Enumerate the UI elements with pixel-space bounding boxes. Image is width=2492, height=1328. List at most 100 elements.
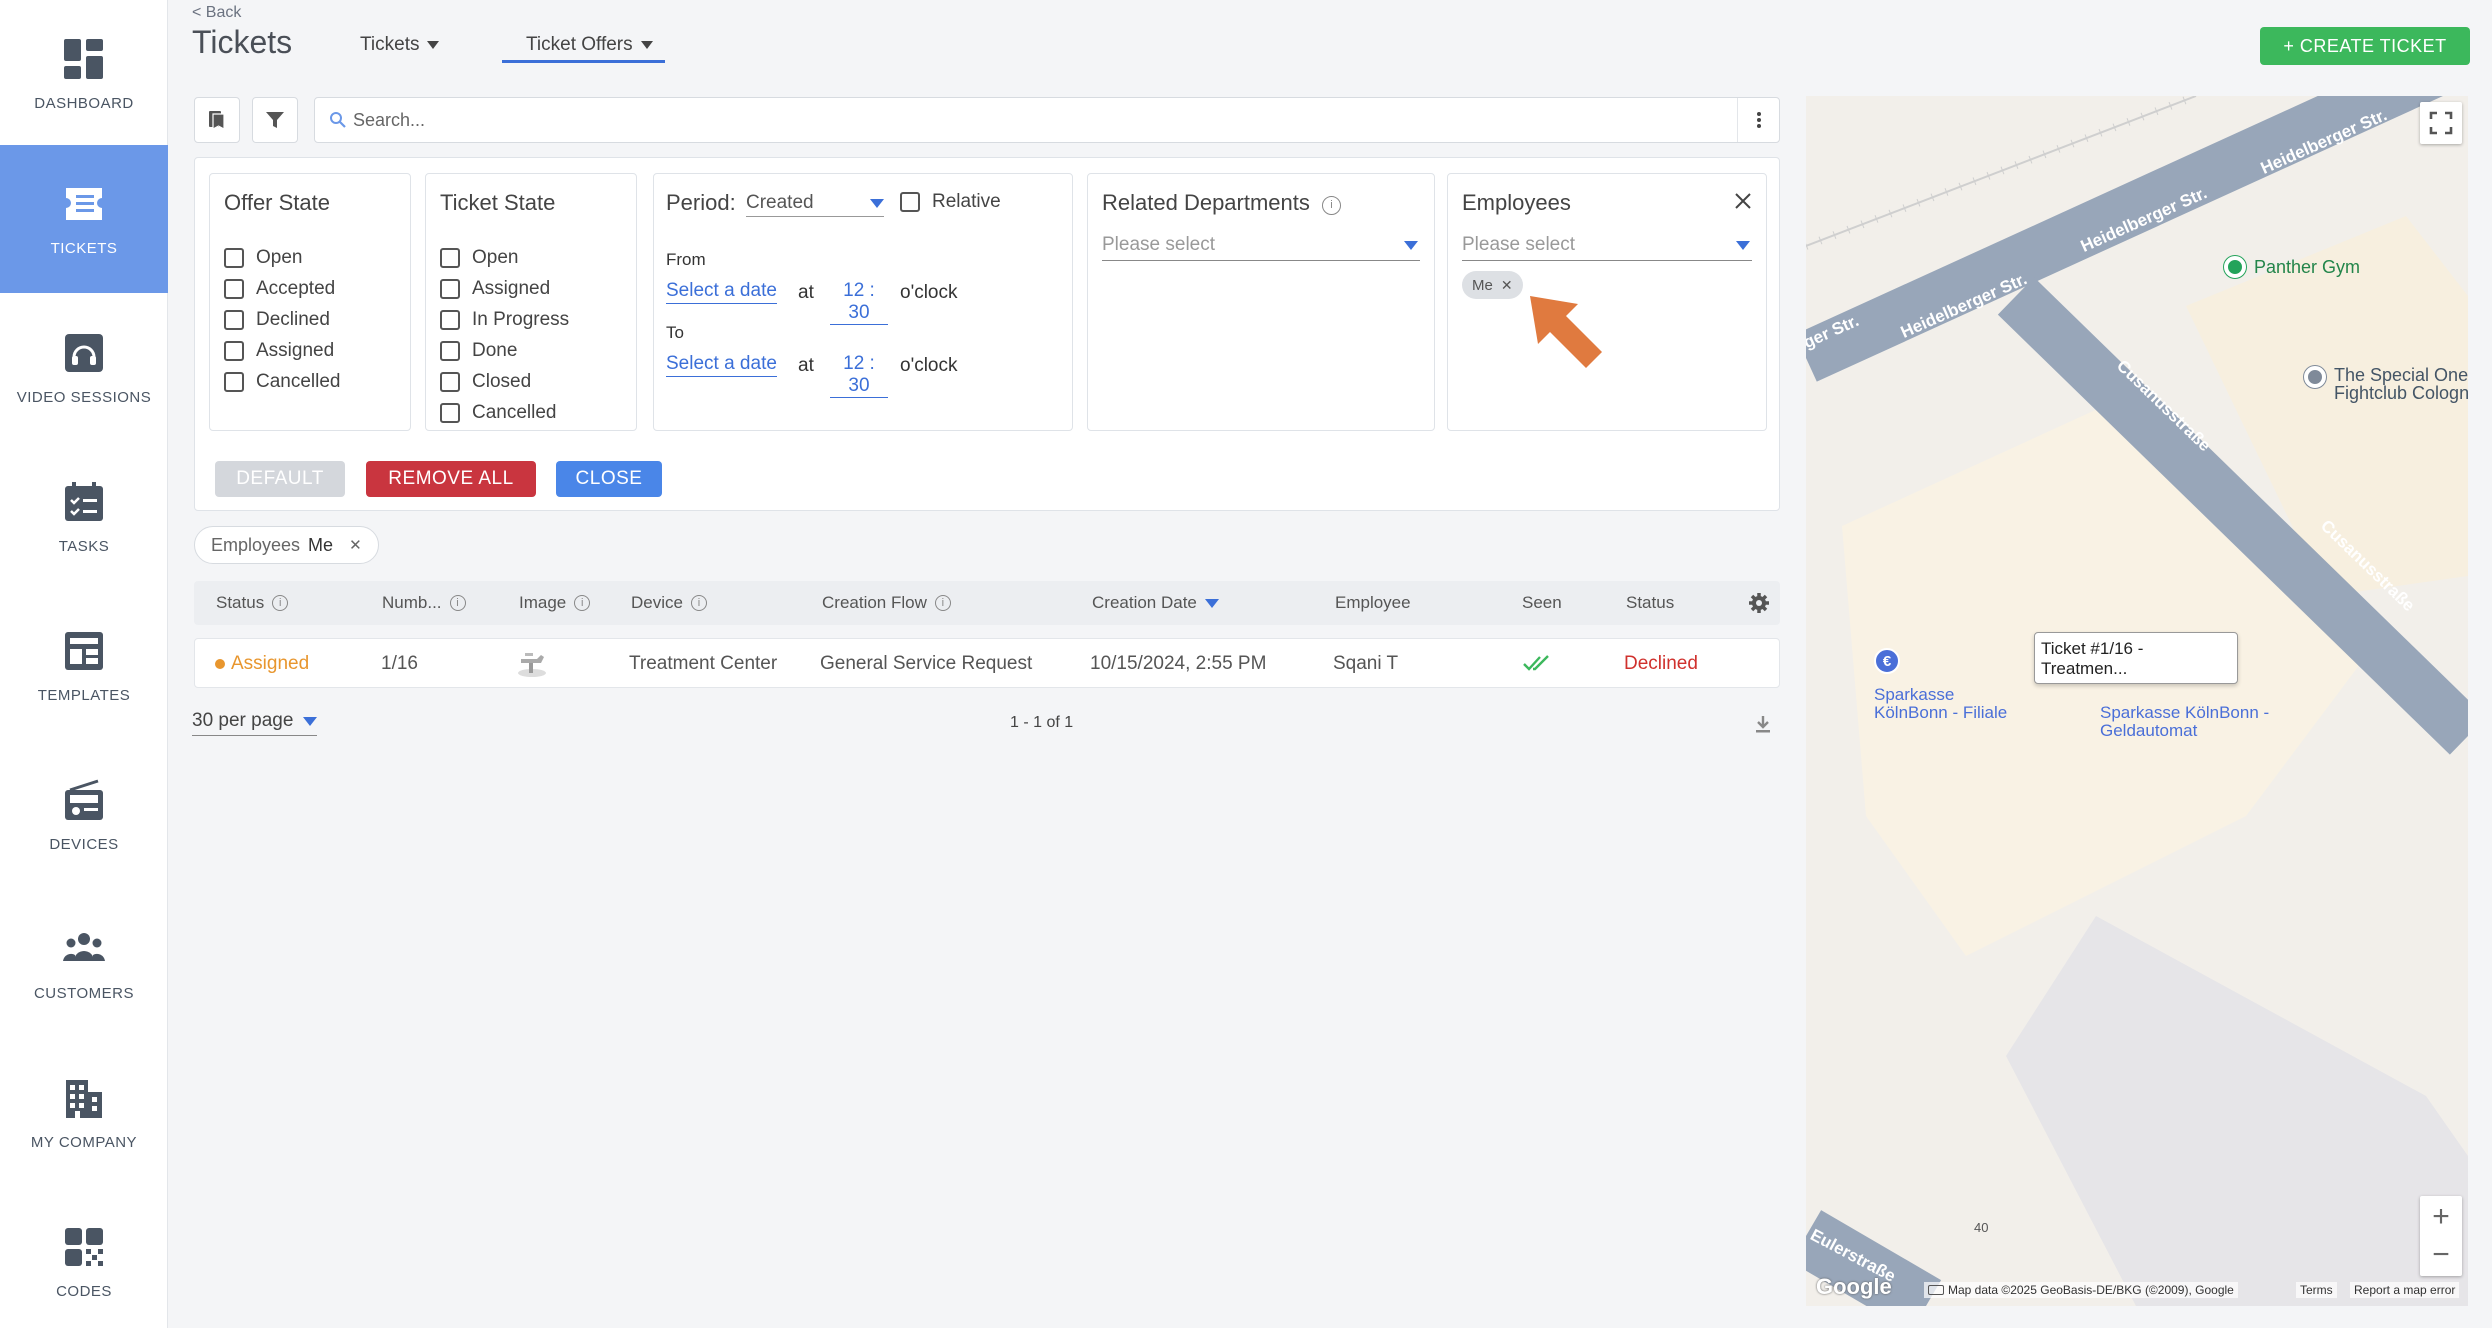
search-input[interactable]: [353, 98, 1693, 142]
sidebar-item-label: VIDEO SESSIONS: [16, 388, 152, 406]
checkbox[interactable]: [224, 310, 244, 330]
ticket-state-option[interactable]: Assigned: [440, 278, 550, 300]
ticket-state-option[interactable]: Done: [440, 340, 517, 362]
tab-tickets[interactable]: Tickets: [360, 34, 440, 60]
column-header-offer-status[interactable]: Status: [1626, 593, 1674, 613]
poi-panther-gym[interactable]: Panther Gym: [2224, 256, 2360, 278]
info-icon[interactable]: i: [690, 595, 707, 611]
chip-remove-icon[interactable]: ✕: [1501, 277, 1513, 294]
info-icon[interactable]: i: [272, 595, 289, 611]
poi-fightclub[interactable]: The Special One Fightclub Cologn: [2304, 366, 2468, 402]
oclock-label: o'clock: [900, 355, 958, 376]
offer-state-option[interactable]: Cancelled: [224, 371, 341, 393]
default-button[interactable]: DEFAULT: [215, 461, 345, 497]
chevron-down-icon: [303, 716, 318, 726]
employees-select[interactable]: Please select: [1462, 234, 1752, 261]
offer-state-filter: Offer State Open Accepted Declined Assig…: [209, 173, 411, 431]
remove-all-button[interactable]: REMOVE ALL: [366, 461, 536, 497]
column-header-number[interactable]: Numb... i: [382, 593, 466, 613]
per-page-select[interactable]: 30 per page: [192, 710, 318, 736]
column-header-creation-flow[interactable]: Creation Flow i: [822, 593, 951, 613]
sidebar-item-codes[interactable]: CODES: [0, 1188, 168, 1328]
from-date-picker[interactable]: Select a date: [666, 280, 777, 304]
ticket-marker-tooltip[interactable]: Ticket #1/16 - Treatmen...: [2034, 632, 2238, 684]
checkbox[interactable]: [440, 372, 460, 392]
checkbox[interactable]: [224, 341, 244, 361]
table-row[interactable]: Assigned 1/16 Treatment Center General S…: [194, 638, 1780, 688]
filter-button[interactable]: [252, 97, 298, 143]
info-icon[interactable]: i: [1322, 195, 1342, 215]
column-header-creation-date[interactable]: Creation Date: [1092, 593, 1219, 613]
checkbox[interactable]: [224, 248, 244, 268]
column-label: Creation Date: [1092, 593, 1197, 612]
tab-ticket-offers[interactable]: Ticket Offers: [502, 34, 665, 63]
close-button[interactable]: CLOSE: [556, 461, 662, 497]
column-header-device[interactable]: Device i: [631, 593, 707, 613]
google-logo: Google: [1816, 1274, 1892, 1299]
relative-toggle[interactable]: Relative: [900, 191, 1001, 213]
option-label: Open: [256, 247, 303, 268]
bank-pin-icon[interactable]: €: [1874, 648, 1900, 674]
back-link[interactable]: < Back: [192, 4, 241, 22]
sidebar-item-tickets[interactable]: TICKETS: [0, 145, 168, 293]
sidebar-item-dashboard[interactable]: DASHBOARD: [0, 0, 168, 148]
checkbox[interactable]: [440, 279, 460, 299]
sidebar-item-my-company[interactable]: MY COMPANY: [0, 1039, 168, 1187]
checkbox[interactable]: [440, 248, 460, 268]
checkbox[interactable]: [224, 372, 244, 392]
settings-gear-icon[interactable]: [1748, 592, 1770, 614]
to-time-input[interactable]: 12 : 30: [830, 353, 888, 398]
info-icon[interactable]: i: [574, 595, 591, 611]
column-header-image[interactable]: Image i: [519, 593, 591, 613]
zoom-control: + −: [2420, 1196, 2462, 1276]
info-icon[interactable]: i: [449, 595, 466, 611]
sidebar-item-devices[interactable]: DEVICES: [0, 741, 168, 889]
period-select[interactable]: Created: [746, 192, 884, 217]
map[interactable]: Heidelberger Str. Heidelberger Str. Heid…: [1806, 96, 2468, 1306]
offer-state-option[interactable]: Declined: [224, 309, 330, 331]
column-header-status[interactable]: Status i: [216, 593, 289, 613]
to-date-picker[interactable]: Select a date: [666, 353, 777, 377]
sidebar-item-video-sessions[interactable]: VIDEO SESSIONS: [0, 294, 168, 442]
download-icon[interactable]: [1754, 714, 1772, 734]
create-ticket-button[interactable]: + CREATE TICKET: [2260, 27, 2470, 65]
checkbox[interactable]: [440, 310, 460, 330]
info-icon[interactable]: i: [934, 595, 951, 611]
terms-link[interactable]: Terms: [2296, 1282, 2337, 1298]
checkbox[interactable]: [440, 403, 460, 423]
bookmark-button[interactable]: [194, 97, 240, 143]
more-options-button[interactable]: [1737, 98, 1779, 142]
ticket-state-filter: Ticket State Open Assigned In Progress D…: [425, 173, 637, 431]
dashboard-icon: [64, 38, 103, 79]
active-filter-chip[interactable]: Employees Me ✕: [194, 526, 379, 564]
ticket-state-option[interactable]: Closed: [440, 371, 531, 393]
sidebar-item-tasks[interactable]: TASKS: [0, 443, 168, 591]
employee-chip[interactable]: Me ✕: [1462, 271, 1523, 299]
offer-state-option[interactable]: Accepted: [224, 278, 335, 300]
zoom-in-button[interactable]: +: [2432, 1198, 2450, 1236]
ticket-state-option[interactable]: In Progress: [440, 309, 569, 331]
checkbox[interactable]: [440, 341, 460, 361]
checkbox[interactable]: [900, 192, 920, 212]
ticket-state-option[interactable]: Open: [440, 247, 518, 269]
sidebar-item-templates[interactable]: TEMPLATES: [0, 592, 168, 740]
poi-sparkasse-filiale[interactable]: Sparkasse KölnBonn - Filiale: [1874, 686, 2024, 722]
fullscreen-button[interactable]: [2420, 102, 2462, 144]
from-time-input[interactable]: 12 : 30: [830, 280, 888, 325]
chip-remove-icon[interactable]: ✕: [349, 536, 362, 554]
zoom-out-button[interactable]: −: [2432, 1236, 2450, 1274]
column-header-employee[interactable]: Employee: [1335, 593, 1411, 613]
column-header-seen[interactable]: Seen: [1522, 593, 1562, 613]
employees-title: Employees: [1462, 190, 1571, 215]
offer-state-option[interactable]: Assigned: [224, 340, 334, 362]
keyboard-icon[interactable]: [1928, 1285, 1944, 1295]
close-icon[interactable]: [1734, 192, 1752, 210]
offer-state-option[interactable]: Open: [224, 247, 302, 269]
poi-sparkasse-atm[interactable]: Sparkasse KölnBonn - Geldautomat: [2100, 704, 2280, 740]
departments-select[interactable]: Please select: [1102, 234, 1420, 261]
checkbox[interactable]: [224, 279, 244, 299]
sidebar-item-customers[interactable]: CUSTOMERS: [0, 890, 168, 1038]
ticket-state-option[interactable]: Cancelled: [440, 402, 557, 424]
report-map-error-link[interactable]: Report a map error: [2350, 1282, 2460, 1298]
from-label: From: [666, 250, 706, 269]
